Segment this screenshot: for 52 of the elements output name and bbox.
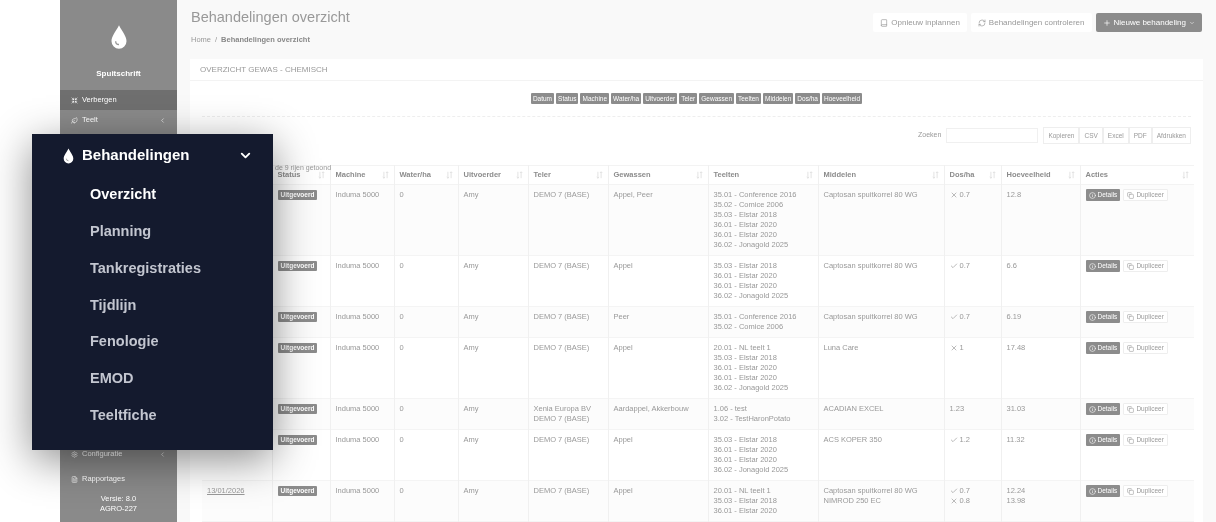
- check-icon: [949, 487, 958, 495]
- item-icon: [71, 475, 78, 483]
- sort-icon: [695, 171, 703, 179]
- cross-icon: [949, 497, 958, 505]
- card-title: OVERZICHT GEWAS - CHEMISCH: [200, 63, 328, 76]
- submenu-header[interactable]: Behandelingen: [32, 134, 273, 177]
- sort-icon: [988, 171, 996, 179]
- refresh-icon: [977, 18, 986, 27]
- info-icon: [1088, 344, 1096, 352]
- info-icon: [1088, 313, 1096, 321]
- chevron-icon: [159, 116, 166, 124]
- brand-name: Spuitschrift: [96, 68, 141, 80]
- sort-icon: [1182, 171, 1189, 179]
- check-icon: [949, 313, 958, 321]
- toolbar-button[interactable]: Behandelingen controleren: [970, 13, 1092, 32]
- chevron-icon: [159, 450, 166, 458]
- sort-icon: [317, 171, 325, 179]
- copy-icon: [1127, 262, 1135, 270]
- toolbar-button[interactable]: Opnieuw inplannen: [873, 13, 967, 32]
- info-icon: [1088, 405, 1096, 413]
- cross-icon: [949, 344, 958, 352]
- info-icon: [1088, 191, 1096, 199]
- sort-icon: [595, 171, 603, 179]
- caret-icon: [1189, 19, 1195, 26]
- plus-icon: [1102, 18, 1111, 27]
- copy-icon: [1127, 487, 1135, 495]
- sort-icon: [805, 171, 813, 179]
- drop-icon: [62, 147, 75, 164]
- submenu-item[interactable]: Planning: [32, 213, 273, 251]
- info-icon: [1088, 262, 1096, 270]
- check-icon: [949, 262, 958, 270]
- cross-icon: [949, 191, 958, 199]
- item-icon: [71, 450, 78, 458]
- submenu-item[interactable]: Overzicht: [32, 177, 273, 214]
- page-title: Behandelingen overzicht: [191, 8, 350, 27]
- sort-icon: [515, 171, 523, 179]
- item-icon: [71, 116, 78, 124]
- sort-icon: [931, 171, 939, 179]
- sort-icon: [1067, 171, 1075, 179]
- copy-icon: [1127, 405, 1135, 413]
- sort-icon: [445, 171, 453, 179]
- sort-icon: [381, 171, 389, 179]
- copy-icon: [1127, 313, 1135, 321]
- copy-icon: [1127, 436, 1135, 444]
- item-icon: [71, 96, 78, 104]
- new-treatment-button[interactable]: Nieuwe behandeling: [1095, 13, 1202, 32]
- copy-icon: [1127, 344, 1135, 352]
- book-icon: [880, 18, 889, 27]
- copy-icon: [1127, 191, 1135, 199]
- info-icon: [1088, 487, 1096, 495]
- check-icon: [949, 436, 958, 444]
- info-icon: [1088, 436, 1096, 444]
